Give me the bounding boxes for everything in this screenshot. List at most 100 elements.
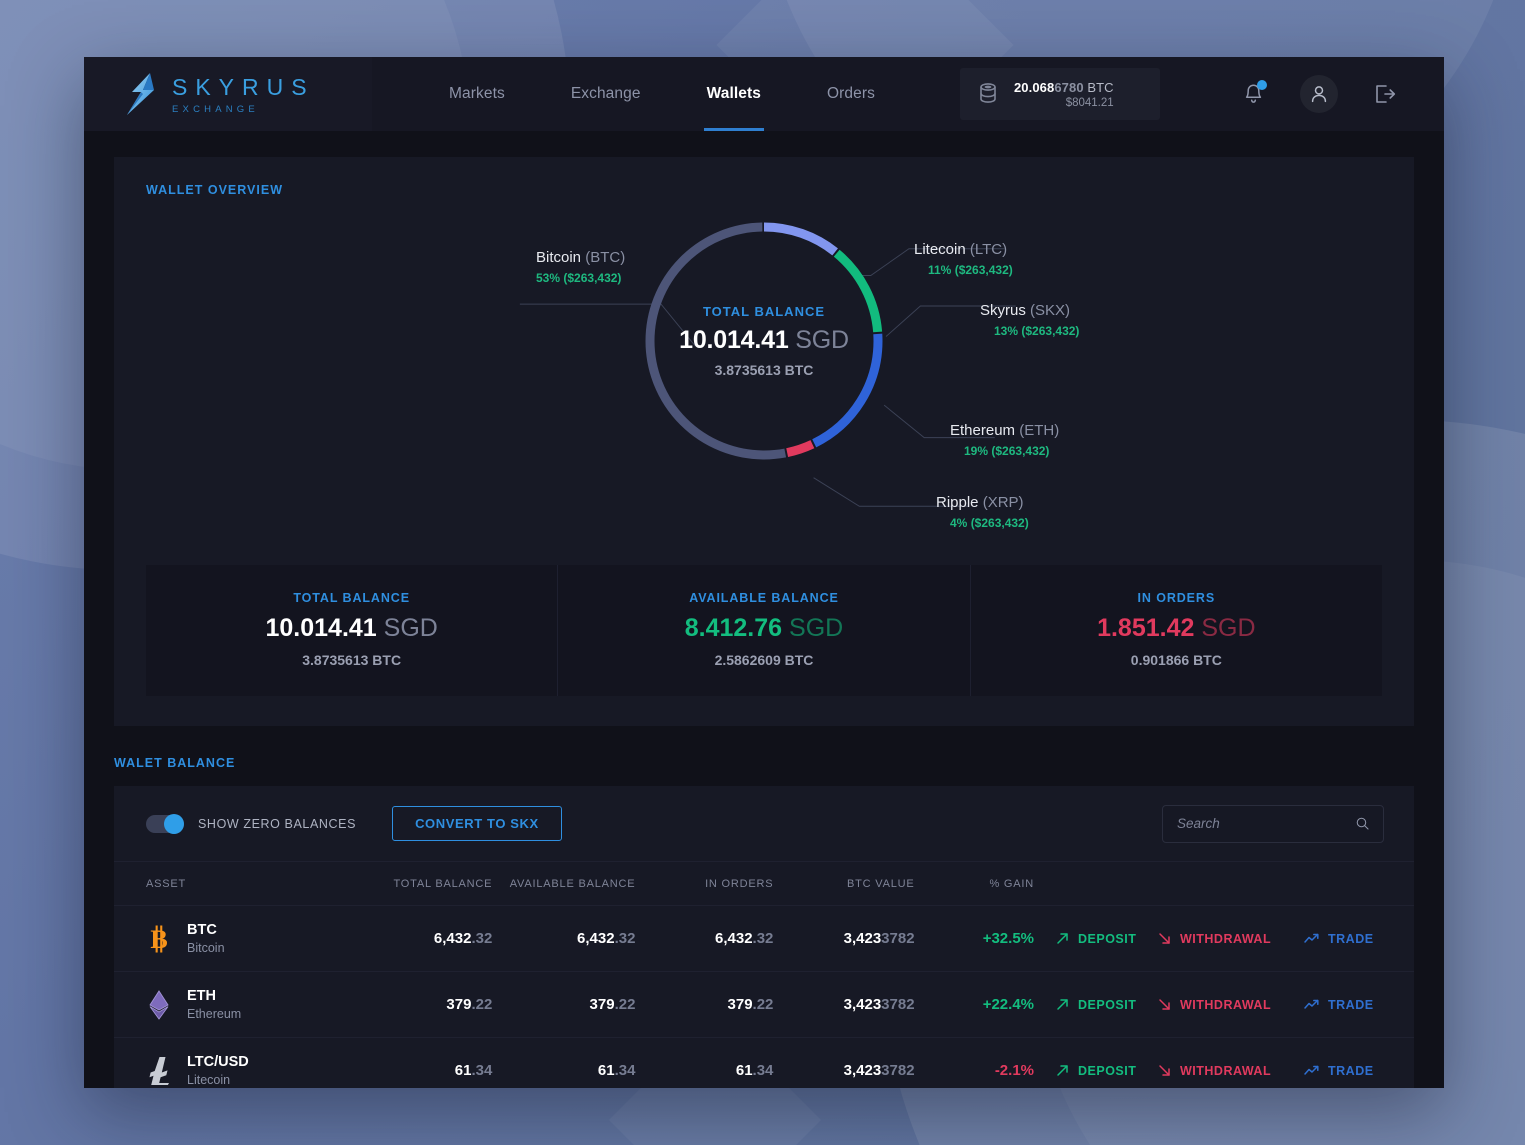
convert-to-skx-button[interactable]: CONVERT TO SKX [392,806,562,841]
chart-label-ethereum: Ethereum (ETH) 19% ($263,432) [950,422,1059,458]
user-icon [1311,86,1327,103]
col-header-actions [1034,862,1414,906]
trade-button[interactable]: TRADE [1304,998,1414,1012]
logout-icon [1376,85,1396,103]
stat-total-balance-value: 10.014.41 SGD [265,614,438,642]
col-header-btc-value[interactable]: BTC VALUE [773,862,915,906]
show-zero-balances-label: SHOW ZERO BALANCES [198,816,357,831]
row-orders-eth: 379.22 [635,971,774,1038]
row-asset-btc: B BTC Bitcoin [114,905,366,972]
table-row[interactable]: B BTC Bitcoin 6,432.32 6,432.32 6,432.32… [114,905,1414,972]
portfolio-donut-chart: TOTAL BALANCE 10.014.41 SGD 3.8735613 BT… [146,203,1382,543]
row-available-eth: 379.22 [492,971,636,1038]
app-window: SKYRUS EXCHANGE Markets Exchange Wallets… [84,57,1444,1088]
wallet-overview-card: WALLET OVERVIEW TOTAL BALANCE 10.014.41 … [114,157,1414,726]
withdrawal-label: WITHDRAWAL [1180,997,1272,1012]
logout-button[interactable] [1372,81,1398,107]
litecoin-icon [146,1056,172,1086]
table-row[interactable]: LTC/USD Litecoin 61.34 61.34 61.34 3,423… [114,1037,1414,1088]
chart-label-bitcoin-value: 53% ($263,432) [536,271,622,285]
row-available-btc: 6,432.32 [492,905,636,972]
page-backdrop: SKYRUS EXCHANGE Markets Exchange Wallets… [0,0,1525,1145]
withdrawal-button[interactable]: WITHDRAWAL [1158,998,1304,1012]
stat-available-balance-label: AVAILABLE BALANCE [689,591,839,605]
row-gain-eth: +22.4% [914,971,1034,1038]
withdrawal-label: WITHDRAWAL [1180,931,1272,946]
row-total-eth: 379.22 [365,971,493,1038]
asset-symbol: LTC/USD [187,1054,249,1070]
balance-summary-row: TOTAL BALANCE 10.014.41 SGD 3.8735613 BT… [146,565,1382,696]
row-orders-ltc: 61.34 [635,1037,774,1088]
donut-graphic: TOTAL BALANCE 10.014.41 SGD 3.8735613 BT… [638,215,890,467]
deposit-button[interactable]: DEPOSIT [1034,998,1158,1012]
row-total-ltc: 61.34 [365,1037,493,1088]
chart-label-ethereum-value: 19% ($263,432) [964,444,1050,458]
deposit-label: DEPOSIT [1078,1063,1137,1078]
stat-in-orders-label: IN ORDERS [1137,591,1216,605]
row-asset-ltc: LTC/USD Litecoin [114,1037,366,1088]
account-button[interactable] [1300,75,1338,113]
show-zero-balances-toggle[interactable] [146,813,184,834]
stat-total-balance-btc: 3.8735613 BTC [302,652,402,668]
table-header-row: ASSET TOTAL BALANCE AVAILABLE BALANCE IN… [114,862,1414,906]
chart-label-litecoin: Litecoin (LTC) 11% ($263,432) [914,241,1013,277]
main-content: WALLET OVERVIEW TOTAL BALANCE 10.014.41 … [84,157,1444,1088]
chart-label-litecoin-name: Litecoin (LTC) [914,241,1008,258]
trend-line-icon [1304,1065,1319,1075]
header-balance-btc: 20.0686780 BTC [1013,79,1114,95]
wallet-overview-title: WALLET OVERVIEW [146,183,283,197]
donut-center-label: TOTAL BALANCE [702,304,826,319]
notifications-button[interactable] [1240,80,1267,107]
col-header-in-orders[interactable]: IN ORDERS [635,862,774,906]
stat-available-balance-value: 8.412.76 SGD [684,614,844,642]
bitcoin-icon: B [146,924,172,954]
brand-logo[interactable]: SKYRUS EXCHANGE [84,57,372,131]
withdrawal-button[interactable]: WITHDRAWAL [1158,1064,1304,1078]
search-input[interactable] [1177,816,1356,831]
col-header-asset[interactable]: ASSET [114,862,366,906]
trend-line-icon [1304,933,1319,943]
brand-text: SKYRUS EXCHANGE [172,74,315,115]
nav-item-exchange[interactable]: Exchange [538,57,674,131]
row-available-ltc: 61.34 [492,1037,636,1088]
chart-label-skyrus-value: 13% ($263,432) [994,324,1080,338]
search-box[interactable] [1162,804,1384,843]
withdrawal-button[interactable]: WITHDRAWAL [1158,932,1304,946]
nav-right-actions [1240,75,1444,113]
chart-label-skyrus-name: Skyrus (SKX) [980,302,1071,319]
nav-item-markets[interactable]: Markets [416,57,538,131]
nav-item-wallets[interactable]: Wallets [674,57,794,131]
trend-line-icon [1304,999,1319,1009]
asset-name: Litecoin [187,1073,231,1087]
row-orders-btc: 6,432.32 [635,905,774,972]
header-balance-usd: $8041.21 [1065,96,1114,109]
ethereum-icon [146,989,172,1020]
stat-in-orders-value: 1.851.42 SGD [1097,614,1256,642]
donut-center-summary: TOTAL BALANCE 10.014.41 SGD 3.8735613 BT… [638,215,890,467]
deposit-button[interactable]: DEPOSIT [1034,1064,1158,1078]
table-head: ASSET TOTAL BALANCE AVAILABLE BALANCE IN… [114,862,1414,906]
arrow-up-right-icon [1057,1065,1068,1076]
stat-in-orders: IN ORDERS 1.851.42 SGD 0.901866 BTC [969,565,1382,696]
wallet-balance-title: WALET BALANCE [114,756,236,770]
row-gain-btc: +32.5% [914,905,1034,972]
row-btcvalue-btc: 3,4233782 [773,905,915,972]
col-header-gain[interactable]: % GAIN [914,862,1034,906]
header-balance-text: 20.0686780 BTC $8041.21 [1014,80,1114,109]
wallet-balance-panel: SHOW ZERO BALANCES CONVERT TO SKX Search… [114,786,1414,1088]
arrow-down-right-icon [1159,933,1170,944]
stat-available-balance-btc: 2.5862609 BTC [714,652,814,668]
brand-name: SKYRUS [172,73,315,100]
nav-item-orders[interactable]: Orders [794,57,908,131]
col-header-available[interactable]: AVAILABLE BALANCE [492,862,636,906]
asset-symbol: ETH [187,988,216,1004]
header-balance-chip[interactable]: 20.0686780 BTC $8041.21 [959,68,1160,120]
trade-button[interactable]: TRADE [1304,1064,1414,1078]
deposit-label: DEPOSIT [1078,997,1137,1012]
row-btcvalue-eth: 3,4233782 [773,971,915,1038]
trade-button[interactable]: TRADE [1304,932,1414,946]
asset-name: Bitcoin [187,941,225,955]
deposit-button[interactable]: DEPOSIT [1034,932,1158,946]
table-row[interactable]: ETH Ethereum 379.22 379.22 379.22 3,4233… [114,971,1414,1038]
col-header-total[interactable]: TOTAL BALANCE [365,862,493,906]
